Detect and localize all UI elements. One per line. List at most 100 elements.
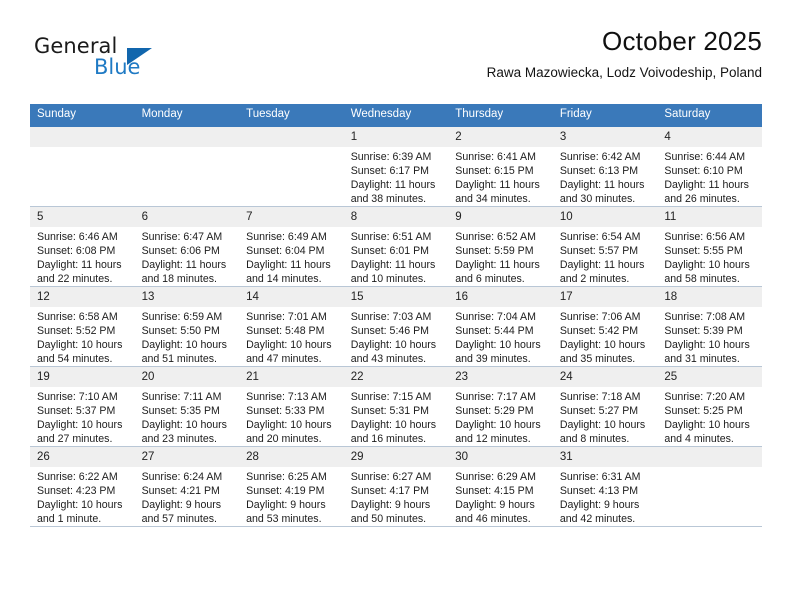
day-cell[interactable]: 31 Sunrise: 6:31 AM Sunset: 4:13 PM Dayl… (552, 446, 658, 527)
day-details: Sunrise: 7:18 AM Sunset: 5:27 PM Dayligh… (553, 387, 658, 446)
daylight-text-line1: Daylight: 9 hours (141, 499, 222, 511)
daylight-text-line2: and 2 minutes. (559, 273, 630, 285)
sunset-text: Sunset: 5:50 PM (141, 325, 220, 337)
daylight-text-line1: Daylight: 11 hours (455, 179, 540, 191)
day-cell[interactable]: 8 Sunrise: 6:51 AM Sunset: 6:01 PM Dayli… (343, 206, 449, 287)
sunset-text: Sunset: 6:04 PM (246, 245, 325, 257)
sunrise-text: Sunrise: 6:59 AM (141, 311, 223, 323)
general-blue-logo[interactable]: General Blue (34, 34, 224, 86)
day-number: 27 (134, 447, 240, 467)
daylight-text-line1: Daylight: 10 hours (37, 339, 123, 351)
day-cell[interactable]: 23 Sunrise: 7:17 AM Sunset: 5:29 PM Dayl… (448, 366, 553, 447)
day-cell[interactable]: 15 Sunrise: 7:03 AM Sunset: 5:46 PM Dayl… (343, 286, 449, 367)
day-cell[interactable]: 19 Sunrise: 7:10 AM Sunset: 5:37 PM Dayl… (30, 366, 135, 447)
day-details: Sunrise: 6:49 AM Sunset: 6:04 PM Dayligh… (239, 227, 344, 286)
day-cell[interactable]: 29 Sunrise: 6:27 AM Sunset: 4:17 PM Dayl… (343, 446, 449, 527)
daylight-text-line2: and 6 minutes. (455, 273, 525, 285)
daylight-text-line2: and 30 minutes. (559, 193, 636, 205)
day-cell[interactable]: 7 Sunrise: 6:49 AM Sunset: 6:04 PM Dayli… (239, 206, 344, 287)
day-cell-empty (30, 126, 135, 207)
sunset-text: Sunset: 6:13 PM (559, 165, 639, 177)
sunrise-text: Sunrise: 6:56 AM (664, 231, 746, 243)
sunset-text: Sunset: 4:23 PM (37, 485, 116, 497)
day-cell[interactable]: 16 Sunrise: 7:04 AM Sunset: 5:44 PM Dayl… (448, 286, 553, 367)
day-cell[interactable]: 1 Sunrise: 6:39 AM Sunset: 6:17 PM Dayli… (343, 126, 449, 207)
sunrise-text: Sunrise: 6:49 AM (246, 231, 327, 243)
day-number: 24 (552, 367, 658, 387)
daylight-text-line1: Daylight: 9 hours (559, 499, 640, 511)
calendar-week-row: 19 Sunrise: 7:10 AM Sunset: 5:37 PM Dayl… (30, 366, 762, 447)
daylight-text-line2: and 10 minutes. (350, 273, 427, 285)
day-cell-empty (239, 126, 344, 207)
day-cell[interactable]: 24 Sunrise: 7:18 AM Sunset: 5:27 PM Dayl… (552, 366, 658, 447)
day-number: 15 (343, 287, 449, 307)
day-details: Sunrise: 7:17 AM Sunset: 5:29 PM Dayligh… (448, 387, 553, 446)
sunset-text: Sunset: 5:27 PM (559, 405, 639, 417)
daylight-text-line2: and 58 minutes. (664, 273, 740, 285)
day-details: Sunrise: 7:03 AM Sunset: 5:46 PM Dayligh… (344, 307, 449, 366)
calendar-page: General Blue October 2025 Rawa Mazowieck… (0, 0, 792, 612)
day-cell[interactable]: 11 Sunrise: 6:56 AM Sunset: 5:55 PM Dayl… (657, 206, 762, 287)
sunrise-text: Sunrise: 7:06 AM (559, 311, 641, 323)
day-details: Sunrise: 7:13 AM Sunset: 5:33 PM Dayligh… (239, 387, 344, 446)
day-number: 3 (552, 127, 658, 147)
day-details: Sunrise: 7:08 AM Sunset: 5:39 PM Dayligh… (657, 307, 762, 366)
sunset-text: Sunset: 5:39 PM (664, 325, 743, 337)
sunset-text: Sunset: 6:06 PM (141, 245, 220, 257)
day-cell[interactable]: 9 Sunrise: 6:52 AM Sunset: 5:59 PM Dayli… (448, 206, 553, 287)
daylight-text-line2: and 51 minutes. (141, 353, 217, 365)
day-cell[interactable]: 14 Sunrise: 7:01 AM Sunset: 5:48 PM Dayl… (239, 286, 344, 367)
weekday-header-sunday: Sunday (30, 104, 135, 127)
day-cell[interactable]: 12 Sunrise: 6:58 AM Sunset: 5:52 PM Dayl… (30, 286, 135, 367)
day-details: Sunrise: 6:31 AM Sunset: 4:13 PM Dayligh… (553, 467, 658, 526)
day-number: 16 (448, 287, 553, 307)
day-cell[interactable]: 27 Sunrise: 6:24 AM Sunset: 4:21 PM Dayl… (134, 446, 240, 527)
day-cell[interactable]: 18 Sunrise: 7:08 AM Sunset: 5:39 PM Dayl… (657, 286, 762, 367)
daylight-text-line1: Daylight: 10 hours (455, 419, 541, 431)
day-details: Sunrise: 6:29 AM Sunset: 4:15 PM Dayligh… (448, 467, 553, 526)
sunset-text: Sunset: 5:48 PM (246, 325, 325, 337)
sunrise-text: Sunrise: 7:13 AM (246, 391, 327, 403)
daylight-text-line1: Daylight: 11 hours (350, 179, 436, 191)
sunrise-text: Sunrise: 6:44 AM (664, 151, 746, 163)
day-details: Sunrise: 6:44 AM Sunset: 6:10 PM Dayligh… (657, 147, 762, 206)
daylight-text-line2: and 1 minute. (37, 513, 102, 525)
day-number: 19 (30, 367, 135, 387)
day-number: 17 (552, 287, 658, 307)
day-number: 7 (239, 207, 344, 227)
day-cell[interactable]: 10 Sunrise: 6:54 AM Sunset: 5:57 PM Dayl… (552, 206, 658, 287)
sunrise-text: Sunrise: 6:51 AM (350, 231, 432, 243)
sunrise-text: Sunrise: 6:31 AM (559, 471, 641, 483)
sunrise-text: Sunrise: 6:42 AM (559, 151, 641, 163)
sunset-text: Sunset: 6:15 PM (455, 165, 534, 177)
day-cell[interactable]: 3 Sunrise: 6:42 AM Sunset: 6:13 PM Dayli… (552, 126, 658, 207)
day-details: Sunrise: 6:46 AM Sunset: 6:08 PM Dayligh… (30, 227, 135, 286)
day-cell[interactable]: 21 Sunrise: 7:13 AM Sunset: 5:33 PM Dayl… (239, 366, 344, 447)
sunrise-text: Sunrise: 7:17 AM (455, 391, 536, 403)
weekday-header-thursday: Thursday (448, 104, 553, 127)
day-cell[interactable]: 20 Sunrise: 7:11 AM Sunset: 5:35 PM Dayl… (134, 366, 240, 447)
sunrise-text: Sunrise: 6:22 AM (37, 471, 118, 483)
daylight-text-line1: Daylight: 10 hours (455, 339, 541, 351)
day-cell[interactable]: 26 Sunrise: 6:22 AM Sunset: 4:23 PM Dayl… (30, 446, 135, 527)
day-cell[interactable]: 13 Sunrise: 6:59 AM Sunset: 5:50 PM Dayl… (134, 286, 240, 367)
day-cell[interactable]: 5 Sunrise: 6:46 AM Sunset: 6:08 PM Dayli… (30, 206, 135, 287)
sunrise-text: Sunrise: 6:41 AM (455, 151, 536, 163)
daylight-text-line1: Daylight: 11 hours (559, 259, 645, 271)
daylight-text-line1: Daylight: 11 hours (141, 259, 227, 271)
day-cell[interactable]: 4 Sunrise: 6:44 AM Sunset: 6:10 PM Dayli… (657, 126, 762, 207)
day-number: 5 (30, 207, 135, 227)
day-number: 25 (657, 367, 762, 387)
day-number: 6 (134, 207, 240, 227)
sunrise-text: Sunrise: 6:58 AM (37, 311, 118, 323)
day-cell[interactable]: 28 Sunrise: 6:25 AM Sunset: 4:19 PM Dayl… (239, 446, 344, 527)
day-details: Sunrise: 7:15 AM Sunset: 5:31 PM Dayligh… (344, 387, 449, 446)
day-cell[interactable]: 17 Sunrise: 7:06 AM Sunset: 5:42 PM Dayl… (552, 286, 658, 367)
day-cell[interactable]: 30 Sunrise: 6:29 AM Sunset: 4:15 PM Dayl… (448, 446, 553, 527)
day-cell[interactable]: 6 Sunrise: 6:47 AM Sunset: 6:06 PM Dayli… (134, 206, 240, 287)
sunrise-text: Sunrise: 7:10 AM (37, 391, 118, 403)
day-cell[interactable]: 22 Sunrise: 7:15 AM Sunset: 5:31 PM Dayl… (343, 366, 449, 447)
day-cell[interactable]: 25 Sunrise: 7:20 AM Sunset: 5:25 PM Dayl… (657, 366, 762, 447)
sunrise-text: Sunrise: 6:52 AM (455, 231, 536, 243)
day-cell[interactable]: 2 Sunrise: 6:41 AM Sunset: 6:15 PM Dayli… (448, 126, 553, 207)
